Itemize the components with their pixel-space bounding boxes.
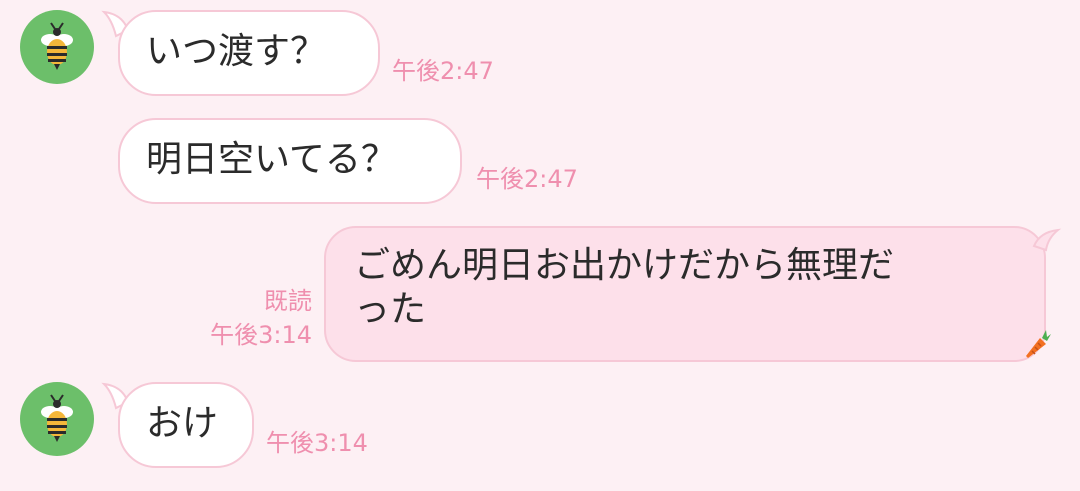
message-text: おけ xyxy=(146,403,219,444)
bee-avatar-icon[interactable] xyxy=(20,10,94,84)
message-bubble-3[interactable]: ごめん明日お出かけだから無理だ った xyxy=(324,226,1046,362)
message-text-line: った xyxy=(354,289,427,330)
message-bubble-4[interactable]: おけ xyxy=(118,382,254,468)
chat-thread: いつ渡す？ 午後2:47 明日空いてる？ 午後2:47 既読 午後3:14 ごめ… xyxy=(0,0,1080,491)
message-timestamp: 午後2:47 xyxy=(392,57,494,85)
read-receipt: 既読 xyxy=(264,287,312,315)
message-text: 明日空いてる？ xyxy=(146,139,397,180)
bubble-tail-3 xyxy=(1032,228,1062,252)
message-bubble-1[interactable]: いつ渡す？ xyxy=(118,10,380,96)
message-text-line: ごめん明日お出かけだから無理だ xyxy=(354,245,895,286)
message-timestamp: 午後2:47 xyxy=(476,165,578,193)
bee-avatar-icon[interactable] xyxy=(20,382,94,456)
message-timestamp: 午後3:14 xyxy=(266,429,368,457)
message-text: いつ渡す？ xyxy=(146,31,327,72)
message-bubble-2[interactable]: 明日空いてる？ xyxy=(118,118,462,204)
carrot-icon xyxy=(1026,330,1051,358)
message-timestamp: 午後3:14 xyxy=(210,321,312,349)
